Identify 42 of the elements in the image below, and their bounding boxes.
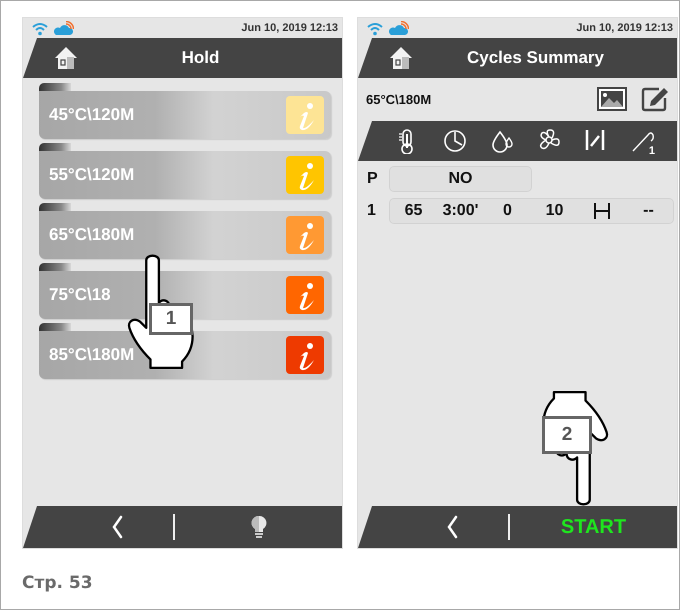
table-cell-text: 10 — [544, 202, 564, 220]
program-label: 55°C\120M — [49, 165, 136, 185]
program-card[interactable]: 65°C\180M — [39, 211, 331, 259]
recipe-name: 65°C\180M — [366, 92, 432, 106]
table-cell-text: 3:00' — [442, 202, 480, 220]
table-cell-text: 65 — [404, 202, 424, 220]
preheat-field: NO — [389, 166, 532, 192]
program-card[interactable]: 55°C\120M — [39, 151, 331, 199]
edit-icon[interactable] — [641, 86, 669, 112]
wifi-icon — [366, 20, 384, 36]
probe-number: 1 — [648, 145, 655, 157]
preheat-label: P — [366, 170, 379, 188]
step-number: 2 — [542, 416, 592, 454]
home-icon[interactable] — [388, 45, 414, 71]
wifi-icon — [31, 20, 49, 36]
bulb-icon[interactable] — [250, 515, 266, 539]
clock-icon — [442, 128, 466, 154]
info-button[interactable] — [286, 276, 324, 314]
step-number: 1 — [149, 303, 193, 335]
screen-title: Cycles Summary — [466, 48, 606, 68]
back-icon[interactable] — [446, 515, 460, 539]
start-button[interactable]: START — [560, 516, 626, 538]
program-label: 75°C\18 — [49, 285, 112, 305]
home-icon[interactable] — [53, 45, 79, 71]
hold-icon — [592, 200, 610, 222]
table-cell-text: -- — [642, 202, 655, 220]
program-label: 85°C\180M — [49, 345, 136, 365]
cloud-icon — [388, 20, 409, 36]
page-number: Стр. 53 — [22, 573, 94, 593]
program-label: 45°C\120M — [49, 105, 136, 125]
table-cell-text: 0 — [502, 202, 513, 220]
status-datetime: Jun 10, 2019 12:13 — [576, 22, 673, 34]
program-card[interactable]: 45°C\120M — [39, 91, 331, 139]
back-icon[interactable] — [111, 515, 125, 539]
image-icon[interactable] — [597, 87, 627, 111]
cloud-icon — [53, 20, 74, 36]
screen-title: Hold — [180, 48, 220, 68]
program-label: 65°C\180M — [49, 225, 136, 245]
drops-icon — [490, 128, 514, 154]
info-button[interactable] — [286, 336, 324, 374]
status-datetime: Jun 10, 2019 12:13 — [241, 22, 338, 34]
row-label: 1 — [366, 202, 377, 220]
